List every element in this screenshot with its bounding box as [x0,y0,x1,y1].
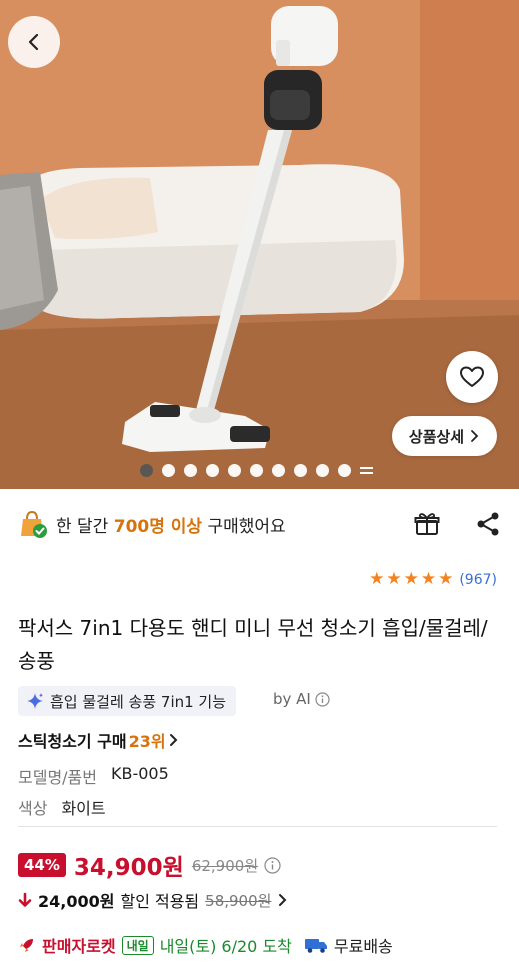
purchase-count-row: 한 달간 700명 이상 구매했어요 [18,506,500,542]
divider [18,826,497,827]
coupon-amount: 24,000원 [38,892,115,911]
star-icon: ★ [403,569,419,589]
heart-icon [460,366,484,387]
chevron-right-icon [169,734,178,746]
free-shipping: 무료배송 [333,937,393,956]
price-row: 44% 34,900원 62,900원 [18,848,281,882]
rank-label: 스틱청소기 구매 [18,732,127,751]
star-icon: ★ [386,569,402,589]
more-slides-icon[interactable] [360,464,373,477]
wishlist-button[interactable] [446,351,498,403]
info-icon[interactable] [264,856,281,874]
product-image-carousel[interactable]: 상품상세 [0,0,519,489]
chevron-right-icon [471,430,479,442]
spec-value: KB-005 [111,764,169,783]
rating-summary[interactable]: ★ ★ ★ ★ ★ (967) [369,571,497,588]
category-rank-link[interactable]: 스틱청소기 구매 23위 [18,728,180,752]
carousel-dot[interactable] [316,464,329,477]
carousel-dot[interactable] [206,464,219,477]
truck-icon [304,939,327,953]
carousel-indicator[interactable] [140,464,373,477]
discount-badge: 44% [18,853,66,877]
tomorrow-badge: 내일 [121,935,154,955]
carousel-dot[interactable] [294,464,307,477]
rank-number: 23위 [128,732,166,751]
carousel-dot[interactable] [140,464,153,477]
carousel-dot[interactable] [162,464,175,477]
chevron-left-icon [28,33,39,51]
arrow-down-icon [18,892,32,907]
seller-rocket-badge: 판매자로켓 [42,937,116,956]
ai-feature-tag: 흡입 물걸레 송풍 7in1 기능 [18,686,237,716]
back-button[interactable] [8,16,60,68]
original-price: 62,900원 [191,856,259,875]
delivery-eta: 내일(토) 6/20 도착 [159,937,292,956]
product-detail-button[interactable]: 상품상세 [392,416,497,456]
sparkle-icon [27,693,43,709]
spec-value: 화이트 [61,799,106,818]
product-title: 팍서스 7in1 다용도 핸디 미니 무선 청소기 흡입/물걸레/송풍 [18,616,488,673]
star-icon: ★ [420,569,437,589]
shopping-bag-check-icon [21,510,47,538]
purchase-count-text: 한 달간 700명 이상 구매했어요 [56,516,286,537]
star-icon: ★ [438,569,454,589]
spec-model: 모델명/품번 KB-005 [18,764,169,788]
coupon-text: 할인 적용됨 [120,892,200,911]
carousel-dot[interactable] [338,464,351,477]
sale-price: 34,900원 [73,855,184,881]
spec-key: 색상 [18,799,48,818]
carousel-dot[interactable] [272,464,285,477]
info-icon [315,691,330,707]
pre-coupon-price: 58,900원 [205,891,272,910]
by-ai-info[interactable]: by AI [273,690,330,708]
ai-feature-text: 흡입 물걸레 송풍 7in1 기능 [50,692,227,711]
shipping-row: 판매자로켓 내일 내일(토) 6/20 도착 무료배송 [18,933,393,957]
by-ai-label: by AI [273,690,311,708]
spec-color: 색상 화이트 [18,795,106,819]
coupon-discount-row[interactable]: 24,000원 할인 적용됨 58,900원 [18,888,289,912]
share-icon[interactable] [476,511,500,537]
carousel-dot[interactable] [184,464,197,477]
gift-icon[interactable] [414,511,440,537]
review-count-link[interactable]: (967) [459,572,497,588]
star-icon: ★ [369,569,385,589]
carousel-dot[interactable] [250,464,263,477]
rocket-icon [20,939,33,952]
spec-key: 모델명/품번 [18,768,97,787]
carousel-dot[interactable] [228,464,241,477]
product-detail-label: 상품상세 [408,427,465,446]
chevron-right-icon [279,894,287,906]
